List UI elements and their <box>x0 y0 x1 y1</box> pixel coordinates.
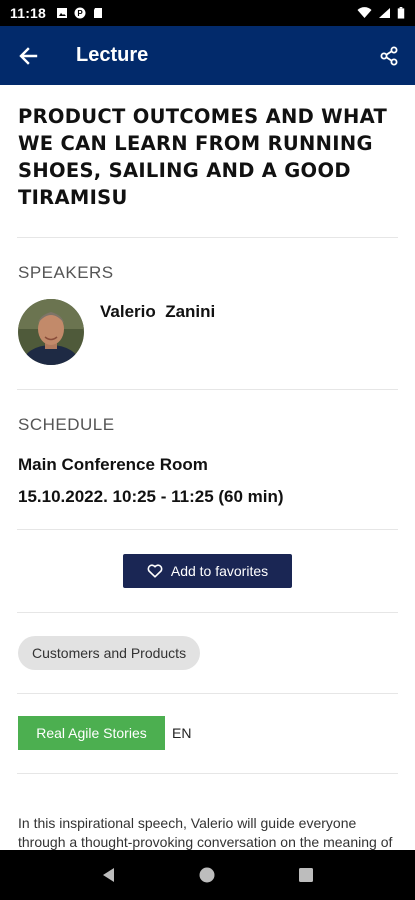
share-icon <box>380 46 398 65</box>
schedule-section: SCHEDULE Main Conference Room 15.10.2022… <box>0 390 415 529</box>
home-circle-icon <box>199 867 215 883</box>
add-to-favorites-button[interactable]: Add to favorites <box>123 554 292 588</box>
nav-recents-button[interactable] <box>286 855 326 895</box>
sd-card-icon <box>94 8 103 18</box>
back-triangle-icon <box>103 868 115 882</box>
recents-square-icon <box>298 868 313 882</box>
avatar <box>18 299 84 365</box>
speaker-item[interactable]: Valerio Zanini <box>18 299 397 365</box>
app-notification-icon: P <box>74 7 86 19</box>
add-to-favorites-label: Add to favorites <box>170 563 269 579</box>
system-nav-bar <box>0 850 415 900</box>
favorites-row: Add to favorites <box>0 530 415 612</box>
schedule-time: 15.10.2022. 10:25 - 11:25 (60 min) <box>18 487 284 506</box>
schedule-room: Main Conference Room <box>18 455 208 474</box>
schedule-label: SCHEDULE <box>18 415 115 434</box>
share-button[interactable] <box>363 26 415 85</box>
speakers-label: SPEAKERS <box>18 263 114 282</box>
app-bar: Lecture <box>0 26 415 85</box>
page-title: Lecture <box>76 44 149 66</box>
nav-home-button[interactable] <box>187 855 227 895</box>
back-button[interactable] <box>0 26 56 85</box>
status-right-icons <box>357 7 405 19</box>
language-label: EN <box>172 725 192 741</box>
track-row: Real Agile Stories EN <box>0 694 415 773</box>
notification-icons: P <box>56 7 104 19</box>
speakers-section: SPEAKERS Valerio Zanini <box>0 238 415 389</box>
photo-notification-icon <box>57 8 68 18</box>
category-row: Customers and Products <box>0 613 415 693</box>
svg-text:P: P <box>77 9 83 18</box>
speaker-photo <box>18 299 84 365</box>
track-tag[interactable]: Real Agile Stories <box>18 716 165 750</box>
lecture-content[interactable]: PRODUCT OUTCOMES AND WHAT WE CAN LEARN F… <box>0 85 415 850</box>
arrow-back-icon <box>19 46 38 65</box>
lecture-title: PRODUCT OUTCOMES AND WHAT WE CAN LEARN F… <box>18 105 388 209</box>
signal-icon <box>379 8 390 18</box>
category-chip[interactable]: Customers and Products <box>18 636 201 670</box>
nav-back-button[interactable] <box>89 855 129 895</box>
lecture-description: In this inspirational speech, Valerio wi… <box>18 815 393 850</box>
status-time: 11:18 <box>10 5 47 21</box>
wifi-icon <box>357 7 372 18</box>
battery-icon <box>397 7 405 19</box>
speaker-name: Valerio Zanini <box>100 302 216 321</box>
heart-outline-icon <box>147 564 163 578</box>
status-bar: 11:18 P <box>0 0 415 26</box>
